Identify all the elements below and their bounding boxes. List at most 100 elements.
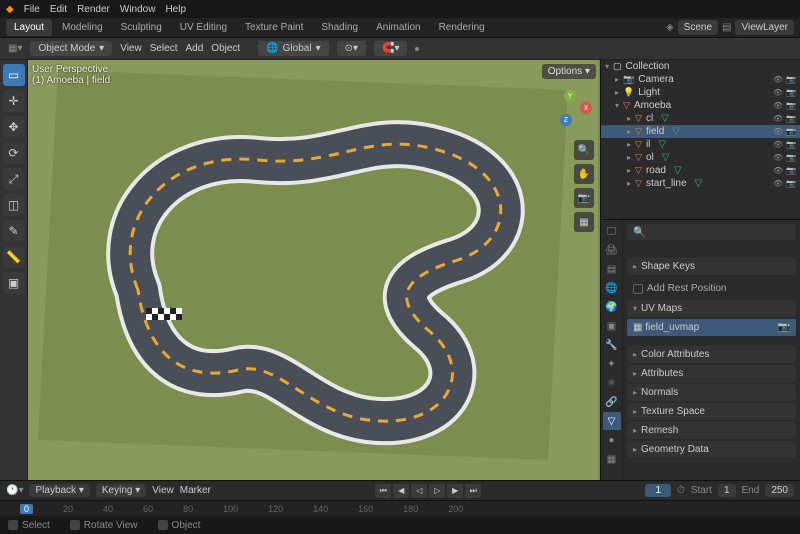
eye-icon[interactable]: 👁 bbox=[773, 179, 783, 188]
tool-rotate[interactable]: ⟳ bbox=[3, 142, 25, 164]
render-icon[interactable]: 📷 bbox=[786, 75, 796, 84]
panel-normals[interactable]: ▸Normals bbox=[627, 384, 796, 401]
tab-texture[interactable]: Texture Paint bbox=[237, 19, 311, 36]
tool-select[interactable]: ▭ bbox=[3, 64, 25, 86]
play[interactable]: ▷ bbox=[429, 484, 445, 498]
tab-physics[interactable]: ⚛ bbox=[603, 374, 621, 392]
tab-output[interactable]: 🖨 bbox=[603, 241, 621, 259]
render-icon[interactable]: 📷 bbox=[786, 114, 796, 123]
render-icon[interactable]: 📷 bbox=[786, 166, 796, 175]
tab-uv[interactable]: UV Editing bbox=[172, 19, 235, 36]
timeline-ruler[interactable]: 0 20 40 60 80 100 120 140 160 180 200 bbox=[0, 500, 800, 516]
tab-constraints[interactable]: 🔗 bbox=[603, 393, 621, 411]
prev-key[interactable]: ◀ bbox=[393, 484, 409, 498]
eye-icon[interactable]: 👁 bbox=[773, 114, 783, 123]
add-rest-checkbox[interactable]: Add Rest Position bbox=[633, 281, 790, 296]
tab-layout[interactable]: Layout bbox=[6, 19, 52, 36]
render-icon[interactable]: 📷 bbox=[786, 179, 796, 188]
end-frame[interactable]: 250 bbox=[765, 484, 794, 497]
tab-rendering[interactable]: Rendering bbox=[431, 19, 493, 36]
outliner-collection[interactable]: ▾▢Collection bbox=[601, 60, 800, 73]
panel-remesh[interactable]: ▸Remesh bbox=[627, 422, 796, 439]
outliner-il[interactable]: ▸▽il▽👁📷 bbox=[601, 138, 800, 151]
nav-gizmo[interactable]: X Y Z bbox=[556, 90, 592, 126]
panel-uvmaps[interactable]: ▾UV Maps bbox=[627, 300, 796, 317]
header-view[interactable]: View bbox=[120, 43, 142, 54]
gizmo-z[interactable]: Z bbox=[560, 114, 572, 126]
header-add[interactable]: Add bbox=[186, 43, 204, 54]
editor-type-icon[interactable]: ▦▾ bbox=[8, 43, 22, 54]
panel-geomdata[interactable]: ▸Geometry Data bbox=[627, 441, 796, 458]
viewlayer-name[interactable]: ViewLayer bbox=[735, 20, 794, 35]
tab-modifiers[interactable]: 🔧 bbox=[603, 336, 621, 354]
outliner-amoeba[interactable]: ▾▽Amoeba👁📷 bbox=[601, 99, 800, 112]
camera-icon[interactable]: 📷 bbox=[778, 322, 790, 333]
render-icon[interactable]: 📷 bbox=[786, 88, 796, 97]
tab-view[interactable]: ▤ bbox=[603, 260, 621, 278]
eye-icon[interactable]: 👁 bbox=[773, 101, 783, 110]
menu-edit[interactable]: Edit bbox=[50, 4, 67, 15]
tab-shading[interactable]: Shading bbox=[313, 19, 366, 36]
panel-shapekeys[interactable]: ▸Shape Keys bbox=[627, 258, 796, 275]
gizmo-y[interactable]: Y bbox=[564, 90, 576, 102]
tab-object[interactable]: ▣ bbox=[603, 317, 621, 335]
tab-data[interactable]: ▽ bbox=[603, 412, 621, 430]
timeline-view[interactable]: View bbox=[152, 485, 174, 496]
tool-scale[interactable]: ⤢ bbox=[3, 168, 25, 190]
timeline-playback[interactable]: Playback ▾ bbox=[29, 484, 89, 497]
outliner-cl[interactable]: ▸▽cl▽👁📷 bbox=[601, 112, 800, 125]
menu-window[interactable]: Window bbox=[120, 4, 156, 15]
render-icon[interactable]: 📷 bbox=[786, 101, 796, 110]
tab-world[interactable]: 🌍 bbox=[603, 298, 621, 316]
tool-cursor[interactable]: ✛ bbox=[3, 90, 25, 112]
tab-texture[interactable]: ▦ bbox=[603, 450, 621, 468]
timeline-keying[interactable]: Keying ▾ bbox=[96, 484, 146, 497]
current-frame[interactable]: 1 bbox=[645, 484, 671, 497]
mode-selector[interactable]: Object Mode▾ bbox=[30, 41, 112, 56]
viewport-options[interactable]: Options ▾ bbox=[542, 64, 596, 79]
viewport-3d[interactable]: User Perspective (1) Amoeba | field Opti… bbox=[28, 60, 600, 480]
tool-move[interactable]: ✥ bbox=[3, 116, 25, 138]
zoom-icon[interactable]: 🔍 bbox=[574, 140, 594, 160]
tab-sculpting[interactable]: Sculpting bbox=[113, 19, 170, 36]
tool-measure[interactable]: 📏 bbox=[3, 246, 25, 268]
tab-scene[interactable]: 🌐 bbox=[603, 279, 621, 297]
outliner-road[interactable]: ▸▽road▽👁📷 bbox=[601, 164, 800, 177]
jump-end[interactable]: ⏭ bbox=[465, 484, 481, 498]
start-frame[interactable]: 1 bbox=[718, 484, 736, 497]
outliner-camera[interactable]: ▸📷Camera👁📷 bbox=[601, 73, 800, 86]
tab-particles[interactable]: ✦ bbox=[603, 355, 621, 373]
eye-icon[interactable]: 👁 bbox=[773, 75, 783, 84]
outliner-field[interactable]: ▸▽field▽👁📷 bbox=[601, 125, 800, 138]
outliner-ol[interactable]: ▸▽ol▽👁📷 bbox=[601, 151, 800, 164]
orientation[interactable]: 🌐Global▾ bbox=[258, 41, 328, 56]
render-icon[interactable]: 📷 bbox=[786, 127, 796, 136]
timeline-editor-icon[interactable]: 🕐▾ bbox=[6, 485, 23, 496]
timeline-marker[interactable]: Marker bbox=[180, 485, 211, 496]
scene-name[interactable]: Scene bbox=[678, 20, 718, 35]
jump-start[interactable]: ⏮ bbox=[375, 484, 391, 498]
menu-help[interactable]: Help bbox=[165, 4, 186, 15]
stopwatch-icon[interactable]: ⏱ bbox=[677, 485, 685, 496]
tool-transform[interactable]: ◫ bbox=[3, 194, 25, 216]
eye-icon[interactable]: 👁 bbox=[773, 127, 783, 136]
header-object[interactable]: Object bbox=[211, 43, 240, 54]
tool-addcube[interactable]: ▣ bbox=[3, 272, 25, 294]
outliner-startline[interactable]: ▸▽start_line▽👁📷 bbox=[601, 177, 800, 190]
next-key[interactable]: ▶ bbox=[447, 484, 463, 498]
eye-icon[interactable]: 👁 bbox=[773, 153, 783, 162]
render-icon[interactable]: 📷 bbox=[786, 153, 796, 162]
snap[interactable]: 🧲▾ bbox=[374, 41, 407, 56]
tab-animation[interactable]: Animation bbox=[368, 19, 428, 36]
gizmo-x[interactable]: X bbox=[580, 102, 592, 114]
tab-material[interactable]: ● bbox=[603, 431, 621, 449]
perspective-icon[interactable]: ▦ bbox=[574, 212, 594, 232]
menu-file[interactable]: File bbox=[24, 4, 40, 15]
panel-attrs[interactable]: ▸Attributes bbox=[627, 365, 796, 382]
tab-render[interactable]: 🖵 bbox=[603, 222, 621, 240]
eye-icon[interactable]: 👁 bbox=[773, 140, 783, 149]
camera-icon[interactable]: 📷 bbox=[574, 188, 594, 208]
eye-icon[interactable]: 👁 bbox=[773, 88, 783, 97]
render-icon[interactable]: 📷 bbox=[786, 140, 796, 149]
menu-render[interactable]: Render bbox=[77, 4, 110, 15]
